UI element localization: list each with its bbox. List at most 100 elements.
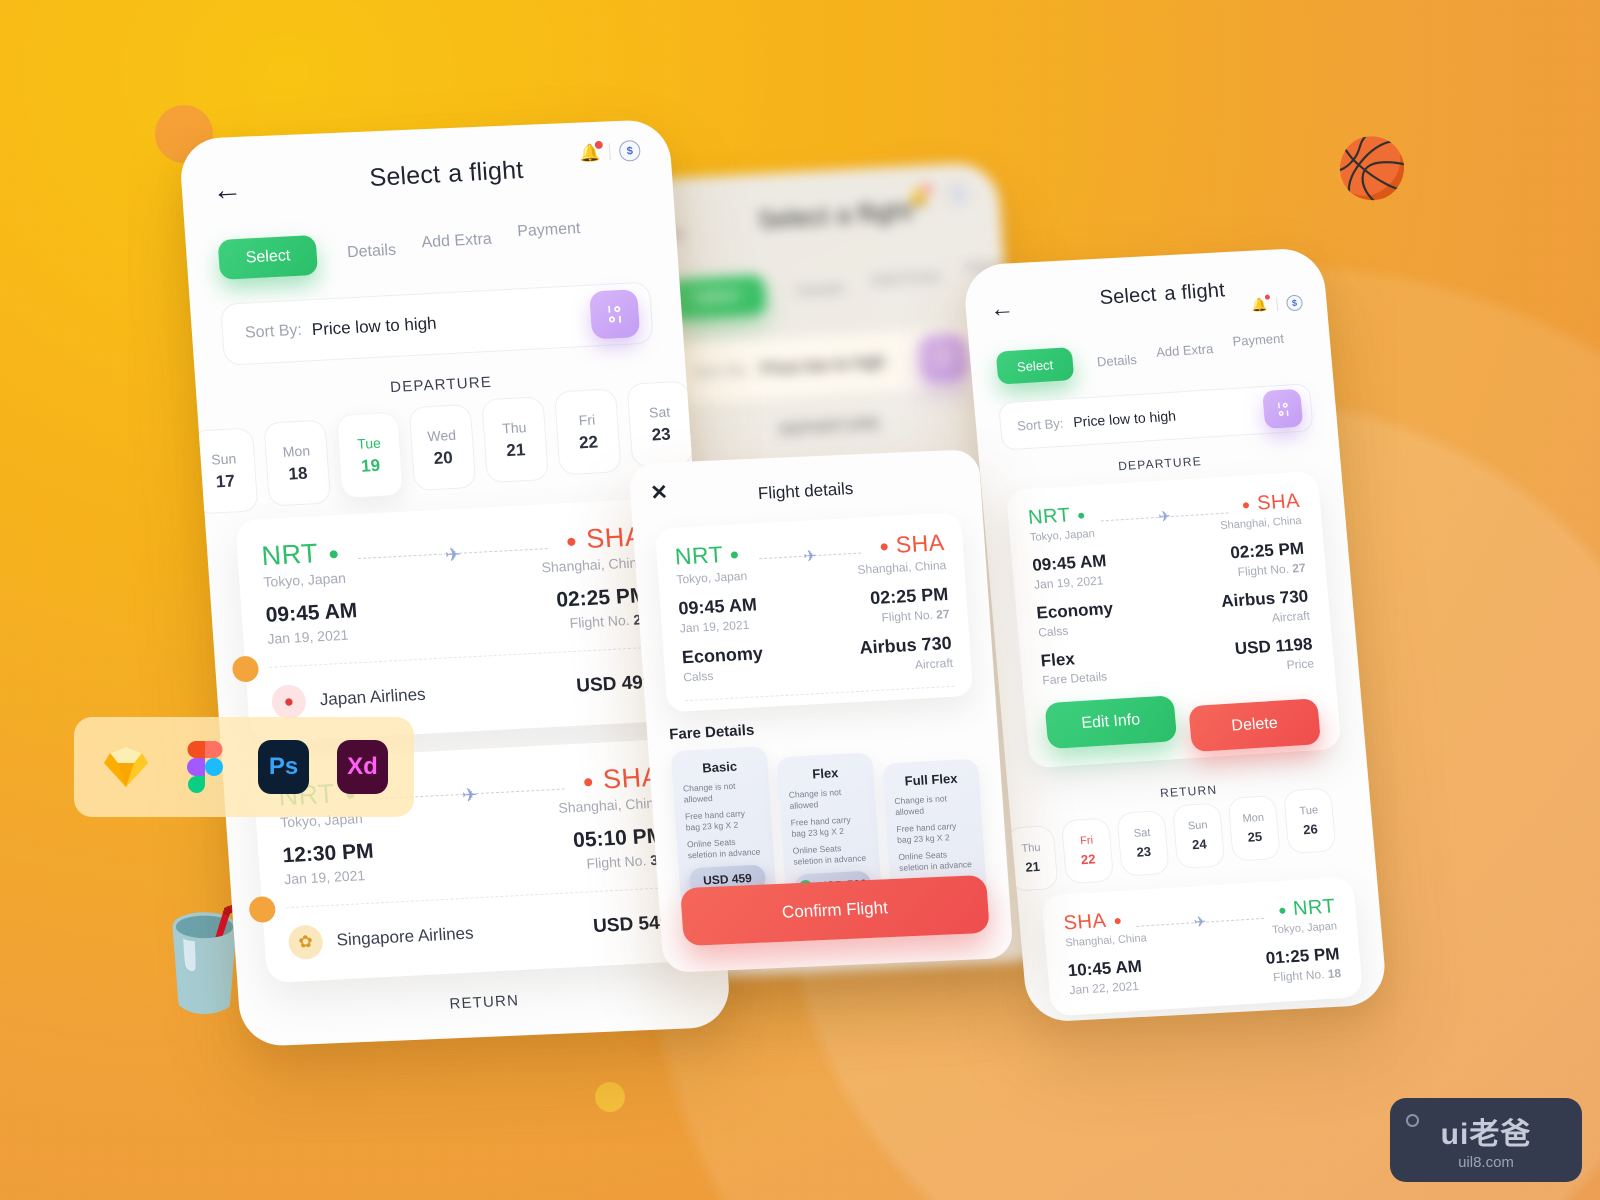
origin-city: Tokyo, Japan bbox=[262, 569, 347, 591]
sort-by-label: Sort By: bbox=[693, 361, 752, 382]
origin-city: Tokyo, Japan bbox=[675, 568, 748, 587]
class-label: Calss bbox=[1037, 623, 1069, 640]
tab-details: Details bbox=[795, 280, 846, 301]
date-day: 23 bbox=[1135, 843, 1152, 860]
destination-dot-icon bbox=[567, 537, 576, 546]
destination-city: Shanghai, China bbox=[557, 794, 663, 816]
date-pill[interactable]: Sun 17 bbox=[190, 427, 259, 515]
sort-by-value: Price low to high bbox=[311, 313, 438, 340]
flight-number: Flight No. 27 bbox=[1237, 560, 1307, 579]
origin-code: NRT bbox=[1027, 503, 1094, 530]
tab-select[interactable]: Select bbox=[995, 347, 1075, 385]
fare-feature-3: Online Seats seletion in advance bbox=[792, 842, 867, 868]
origin-dot-icon bbox=[328, 550, 338, 559]
tab-select[interactable]: Select bbox=[217, 234, 319, 280]
arrival-time: 02:25 PM bbox=[1229, 538, 1305, 563]
back-arrow-icon[interactable]: ← bbox=[989, 295, 1015, 323]
departure-date: Jan 19, 2021 bbox=[679, 617, 750, 636]
destination-code: SHA bbox=[855, 529, 945, 561]
date-pill[interactable]: Mon 25 bbox=[1227, 794, 1281, 862]
date-weekday: Mon bbox=[1242, 811, 1265, 826]
filter-sliders-icon[interactable] bbox=[1262, 388, 1304, 429]
time-row: 09:45 AM Jan 19, 2021 02:25 PM Flight No… bbox=[265, 584, 650, 647]
tab-details[interactable]: Details bbox=[1096, 352, 1137, 369]
date-day: 25 bbox=[1247, 828, 1263, 845]
confirm-flight-button[interactable]: Confirm Flight bbox=[680, 874, 990, 947]
date-pill[interactable]: Thu 21 bbox=[481, 396, 550, 484]
photoshop-icon: Ps bbox=[258, 740, 309, 794]
origin-dot-icon bbox=[731, 551, 739, 560]
notification-bell-icon[interactable]: 🔔 bbox=[1251, 292, 1273, 314]
figma-icon bbox=[179, 740, 230, 794]
departure-time: 09:45 AM bbox=[677, 594, 758, 619]
date-pill[interactable]: Fri 22 bbox=[553, 388, 622, 476]
tab-payment[interactable]: Payment bbox=[517, 220, 581, 241]
fare-option-name: Flex bbox=[811, 765, 839, 782]
filter-sliders-icon[interactable] bbox=[589, 289, 641, 340]
fare-feature-1: Change is not allowed bbox=[682, 780, 736, 805]
date-day: 21 bbox=[505, 439, 526, 460]
section-return: RETURN bbox=[448, 992, 520, 1013]
date-pill[interactable]: Tue 26 bbox=[1282, 787, 1337, 855]
date-pill[interactable]: Tue 19 bbox=[335, 411, 404, 499]
watermark-title: ui老爸 bbox=[1440, 1118, 1532, 1151]
tab-add-extra[interactable]: Add Extra bbox=[1156, 341, 1214, 360]
class-label: Calss bbox=[682, 668, 714, 685]
destination-code: NRT bbox=[1270, 895, 1337, 922]
date-pill[interactable]: Wed 20 bbox=[408, 403, 477, 492]
sort-bar[interactable]: Sort By: Price low to high bbox=[219, 281, 654, 366]
flight-number: Flight No. 27 bbox=[569, 611, 649, 632]
date-pill[interactable]: Sun 24 bbox=[1171, 802, 1226, 870]
edit-info-button[interactable]: Edit Info bbox=[1044, 695, 1178, 750]
departure-date-strip[interactable]: Sun 17 Mon 18 Tue 19 Wed 20 Thu 21 Fri 22 Sat 23 bbox=[190, 380, 695, 515]
time-row: 10:45 AM Jan 22, 2021 01:25 PM Flight No… bbox=[1067, 944, 1342, 997]
modal-flight-card: NRT Tokyo, Japan ✈ SHA Shanghai, China 0… bbox=[654, 512, 974, 713]
origin-city: Shanghai, China bbox=[1064, 932, 1148, 950]
tab-payment[interactable]: Payment bbox=[1232, 331, 1285, 349]
date-weekday: Thu bbox=[501, 418, 527, 436]
booked-flight-card[interactable]: NRT Tokyo, Japan ✈ SHA Shanghai, China 0… bbox=[1005, 470, 1342, 769]
destination-dot-icon bbox=[1278, 907, 1286, 914]
flight-path-icon: ✈ bbox=[358, 541, 549, 567]
destination-code: SHA bbox=[1218, 490, 1301, 518]
notification-bell-icon[interactable]: 🔔 bbox=[578, 138, 606, 163]
return-flight-card[interactable]: SHA Shanghai, China ✈ NRT Tokyo, Japan 1… bbox=[1041, 876, 1364, 1017]
watermark-dot-icon bbox=[1406, 1114, 1419, 1127]
date-weekday: Sun bbox=[210, 449, 237, 468]
back-arrow-icon[interactable]: ← bbox=[211, 173, 243, 207]
flight-card[interactable]: NRT Tokyo, Japan ✈ SHA Shanghai, China 0… bbox=[235, 497, 681, 743]
notification-bell-icon: 🔔 bbox=[907, 181, 934, 207]
delete-button[interactable]: Delete bbox=[1188, 698, 1322, 753]
date-weekday: Thu bbox=[1021, 841, 1042, 855]
tab-details[interactable]: Details bbox=[347, 242, 397, 263]
route-row: NRT Tokyo, Japan ✈ SHA Shanghai, China bbox=[674, 529, 947, 586]
tab-add-extra[interactable]: Add Extra bbox=[421, 231, 492, 253]
price-value: USD 1198 bbox=[1234, 634, 1314, 659]
departure-time: 12:30 PM bbox=[281, 839, 375, 868]
modal-title: Flight details bbox=[757, 478, 854, 504]
destination-city: Tokyo, Japan bbox=[1271, 920, 1338, 937]
departure-time: 09:45 AM bbox=[1031, 551, 1108, 575]
wallet-coin-icon[interactable]: $ bbox=[1285, 294, 1304, 312]
date-day: 22 bbox=[578, 431, 599, 452]
airline-row: ✿ Singapore Airlines USD 549 bbox=[286, 888, 673, 982]
date-pill[interactable]: Mon 18 bbox=[263, 419, 332, 507]
destination-dot-icon bbox=[880, 543, 889, 551]
tab-add-extra: Add Extra bbox=[869, 268, 942, 290]
sort-bar[interactable]: Sort By: Price low to high bbox=[998, 383, 1314, 451]
return-date-strip[interactable]: Thu 21 Fri 22 Sat 23 Sun 24 Mon 25 Tue 26 bbox=[1004, 787, 1351, 892]
time-row: 09:45 AM Jan 19, 2021 02:25 PM Flight No… bbox=[678, 584, 950, 636]
wallet-coin-icon[interactable]: $ bbox=[618, 139, 641, 162]
date-day: 23 bbox=[650, 424, 672, 445]
date-pill[interactable]: Fri 22 bbox=[1060, 817, 1115, 885]
header-icons: 🔔 $ bbox=[578, 138, 641, 164]
aircraft-label: Aircraft bbox=[914, 655, 954, 672]
close-x-icon[interactable]: ✕ bbox=[650, 480, 669, 506]
booking-summary-phone: ← Select a flight 🔔 $ Select Details Add … bbox=[962, 247, 1388, 1023]
date-weekday: Mon bbox=[282, 441, 311, 460]
destination-code: SHA bbox=[556, 762, 662, 798]
fare-feature-1: Change is not allowed bbox=[788, 787, 842, 812]
date-weekday: Sun bbox=[1187, 819, 1209, 833]
date-pill[interactable]: Sat 23 bbox=[1116, 809, 1170, 877]
date-pill[interactable]: Sat 23 bbox=[626, 380, 695, 468]
